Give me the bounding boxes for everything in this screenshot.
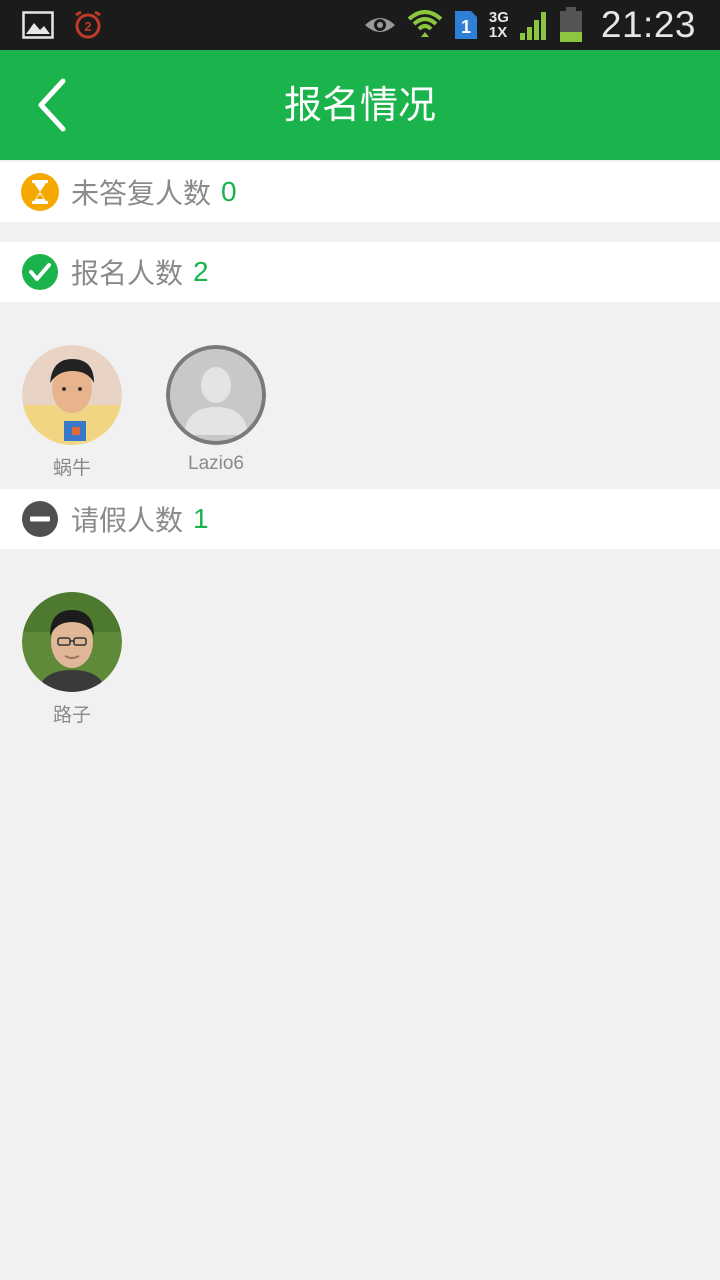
network-type-bottom: 1X xyxy=(488,24,508,41)
page-title: 报名情况 xyxy=(283,83,436,127)
network-type: 3G 1X xyxy=(489,10,509,40)
clock-time: 21:23 xyxy=(600,4,696,45)
avatar xyxy=(22,345,122,445)
section-leave: 请假人数 1 xyxy=(0,489,720,549)
back-button[interactable] xyxy=(18,70,88,140)
signed-up-count: 2 xyxy=(193,256,209,287)
network-type-top: 3G xyxy=(488,9,509,26)
signed-up-label: 报名人数 xyxy=(71,257,184,290)
eye-icon xyxy=(363,13,397,37)
gallery-notification-icon xyxy=(22,11,54,39)
signal-strength-icon xyxy=(519,9,549,41)
section-no-reply: 未答复人数 0 xyxy=(0,162,720,222)
no-reply-count: 0 xyxy=(221,176,237,207)
section-signed-up: 报名人数 2 xyxy=(0,242,720,302)
chevron-left-icon xyxy=(38,78,66,132)
default-avatar-icon xyxy=(166,345,266,445)
alarm-notification-icon: 2 xyxy=(72,10,104,40)
member-name: Lazio6 xyxy=(188,453,244,474)
battery-icon xyxy=(559,7,583,43)
alarm-badge-text: 2 xyxy=(84,19,91,34)
check-circle-icon xyxy=(21,253,59,291)
hourglass-icon xyxy=(21,173,59,211)
member-item[interactable]: 路子 xyxy=(12,592,132,727)
sim-label-text: 1 xyxy=(461,17,471,37)
wifi-icon xyxy=(407,9,443,41)
avatar xyxy=(22,592,122,692)
app-bar: 报名情况 xyxy=(0,50,720,160)
status-bar: 2 1 3G 1X 21:23 xyxy=(0,0,720,50)
member-item[interactable]: Lazio6 xyxy=(156,345,276,475)
member-name: 路子 xyxy=(52,705,91,726)
minus-circle-icon xyxy=(21,500,59,538)
no-reply-label: 未答复人数 xyxy=(71,177,212,210)
leave-count: 1 xyxy=(193,503,209,534)
leave-label: 请假人数 xyxy=(71,504,184,537)
sim-card-icon: 1 xyxy=(453,9,479,41)
member-name: 蜗牛 xyxy=(52,458,91,479)
member-item[interactable]: 蜗牛 xyxy=(12,345,132,480)
